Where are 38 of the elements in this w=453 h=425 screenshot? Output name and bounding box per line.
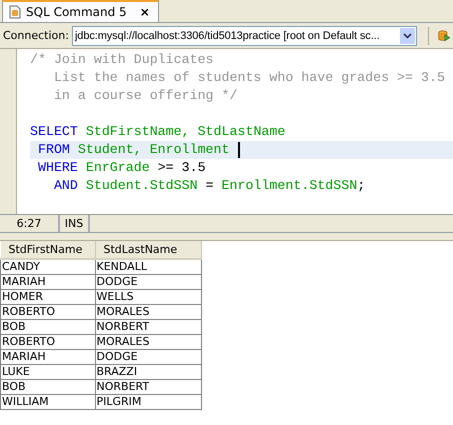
code-line: /* Join with Duplicates <box>30 51 215 69</box>
table-cell: BRAZZI <box>95 364 201 380</box>
text-cursor <box>238 142 240 158</box>
chevron-down-icon <box>402 32 412 38</box>
table-cell: DODGE <box>95 274 201 290</box>
table-cell: MORALES <box>95 334 201 350</box>
table-cell: MORALES <box>95 304 201 320</box>
connection-dropdown[interactable]: jdbc:mysql://localhost:3306/tid5013practice [root on Default sc... <box>72 26 417 46</box>
table-cell: PILGRIM <box>95 394 201 410</box>
code-line: in a course offering */ <box>52 87 238 105</box>
table-cell: MARIAH <box>0 274 95 290</box>
code-line: AND Student.StdSSN = Enrollment.StdSSN; <box>52 177 366 195</box>
column-header[interactable]: StdFirstName <box>0 241 95 259</box>
table-cell: WILLIAM <box>0 394 95 410</box>
column-header[interactable]: StdLastName <box>95 241 201 259</box>
tab-title: SQL Command 5 <box>26 5 127 19</box>
connection-label: Connection: <box>3 29 69 42</box>
table-cell: WELLS <box>95 290 201 304</box>
table-cell: MARIAH <box>0 350 95 364</box>
table-cell: DODGE <box>95 350 201 364</box>
table-cell: ROBERTO <box>0 334 95 350</box>
table-cell: BOB <box>0 380 95 394</box>
insert-mode: INS <box>60 215 90 232</box>
table-cell: KENDALL <box>95 259 201 274</box>
table-cell: CANDY <box>0 259 95 274</box>
cursor-position: 6:27 <box>0 215 60 232</box>
code-line: List the names of students who have grades >= 3.5 <box>52 69 446 87</box>
close-button[interactable]: × <box>140 5 150 19</box>
table-cell: ROBERTO <box>0 304 95 320</box>
table-cell: BOB <box>0 320 95 334</box>
code-line: SELECT StdFirstName, StdLastName <box>30 123 286 141</box>
code-line: WHERE EnrGrade >= 3.5 <box>36 159 207 177</box>
table-cell: HOMER <box>0 290 95 304</box>
document-icon <box>9 5 21 19</box>
table-cell: LUKE <box>0 364 95 380</box>
table-cell: NORBERT <box>95 320 201 334</box>
table-cell: NORBERT <box>95 380 201 394</box>
editor-tab[interactable]: SQL Command 5 × <box>2 0 159 22</box>
